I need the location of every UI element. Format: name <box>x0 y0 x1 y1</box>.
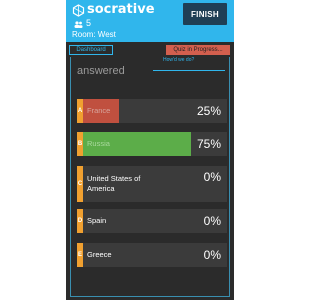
answer-letter: C <box>77 166 83 202</box>
answer-row: C United States of America 0% <box>77 166 227 202</box>
answer-letter: A <box>77 99 83 123</box>
answer-row: A France 25% <box>77 99 227 123</box>
app-screen: socrative 5 Room: West FINISH Dashboard … <box>66 0 234 300</box>
student-count-value: 5 <box>86 18 92 28</box>
answer-label: Greece <box>87 250 112 259</box>
answer-letter: B <box>77 132 83 156</box>
how-did-we-do-link[interactable]: How'd we do? <box>163 57 194 63</box>
answer-letter: E <box>77 243 83 267</box>
answer-percent: 25% <box>196 104 221 118</box>
people-icon <box>74 20 83 28</box>
answer-percent: 0% <box>203 248 221 262</box>
answer-label: United States of America <box>87 174 141 193</box>
tab-bar: Dashboard Quiz in Progress... <box>66 42 234 56</box>
answer-row: E Greece 0% <box>77 243 227 267</box>
finish-button[interactable]: FINISH <box>183 3 227 25</box>
answer-letter: D <box>77 209 83 233</box>
link-underline <box>153 70 225 71</box>
answer-percent: 75% <box>196 137 221 151</box>
socrative-logo-icon <box>72 3 85 17</box>
answer-label: Spain <box>87 216 107 225</box>
tab-dashboard[interactable]: Dashboard <box>69 45 113 55</box>
tab-quiz-in-progress[interactable]: Quiz in Progress... <box>166 45 230 55</box>
student-count: 5 <box>74 18 91 28</box>
brand: socrative <box>72 3 155 17</box>
answer-percent: 0% <box>203 170 221 184</box>
answer-label: France <box>87 106 111 115</box>
answer-label: Russia <box>87 139 110 148</box>
answer-percent: 0% <box>203 214 221 228</box>
results-panel: How'd we do? answered A France 25% B Rus… <box>70 57 230 297</box>
answer-row: D Spain 0% <box>77 209 227 233</box>
header-bar: socrative 5 Room: West FINISH <box>66 0 234 42</box>
room-name: Room: West <box>72 30 116 39</box>
brand-name: socrative <box>87 2 155 17</box>
answered-heading: answered <box>77 65 125 77</box>
answer-row: B Russia 75% <box>77 132 227 156</box>
